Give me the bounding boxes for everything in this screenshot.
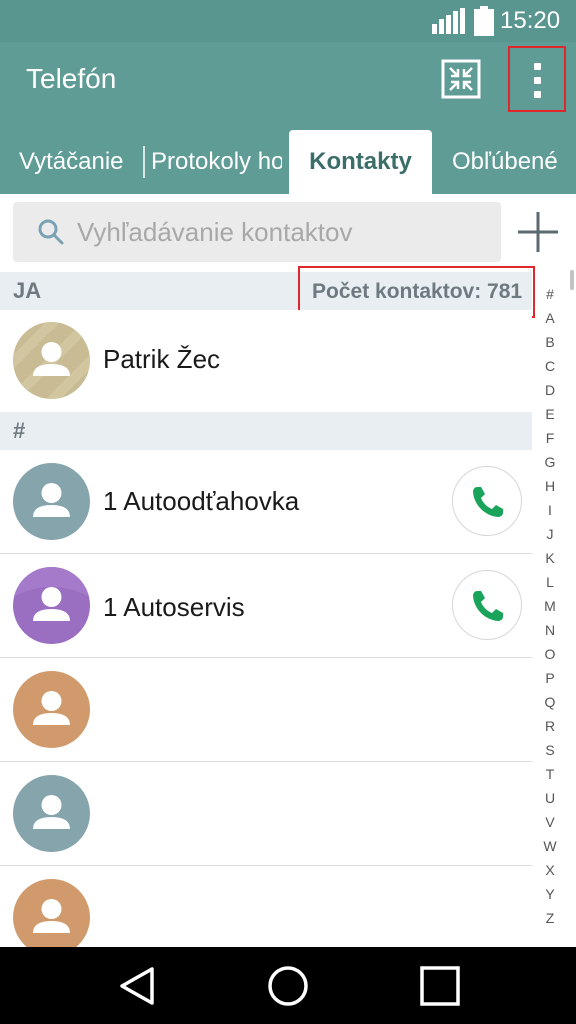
- contact-name: 1 Autoservis: [103, 592, 245, 622]
- tab-contacts[interactable]: Kontakty: [289, 130, 432, 194]
- person-icon: [13, 567, 90, 644]
- alphabet-index-item[interactable]: K: [536, 546, 564, 570]
- alphabet-index-item[interactable]: F: [536, 426, 564, 450]
- app-bar: Telefón: [0, 42, 576, 116]
- battery-icon: [474, 6, 494, 36]
- phone-icon: [473, 487, 503, 517]
- home-circle-icon[interactable]: [265, 963, 311, 1009]
- search-box[interactable]: [13, 202, 501, 262]
- avatar: [13, 671, 90, 748]
- alphabet-index-item[interactable]: W: [536, 834, 564, 858]
- person-icon: [13, 879, 90, 947]
- alphabet-index-item[interactable]: N: [536, 618, 564, 642]
- alphabet-index-item[interactable]: L: [536, 570, 564, 594]
- alphabet-index-item[interactable]: #: [536, 282, 564, 306]
- recents-square-icon[interactable]: [417, 963, 463, 1009]
- alphabet-index-item[interactable]: Z: [536, 906, 564, 930]
- back-triangle-icon[interactable]: [114, 963, 160, 1009]
- alphabet-index-item[interactable]: G: [536, 450, 564, 474]
- contact-count: Počet kontaktov: 781: [312, 280, 523, 303]
- tab-divider: [143, 146, 145, 178]
- search-row: [0, 194, 576, 270]
- alphabet-index-item[interactable]: B: [536, 330, 564, 354]
- avatar: [13, 567, 90, 644]
- alphabet-index-item[interactable]: U: [536, 786, 564, 810]
- alphabet-index-item[interactable]: D: [536, 378, 564, 402]
- alphabet-index-item[interactable]: S: [536, 738, 564, 762]
- section-letter: #: [13, 418, 26, 443]
- more-vert-icon-dot: [534, 77, 541, 84]
- contact-name: 1 Autoodťahovka: [103, 486, 300, 516]
- contact-row[interactable]: 1 Autoodťahovka: [0, 450, 532, 554]
- contact-row[interactable]: 1 Autoservis: [0, 554, 532, 658]
- contact-name: Patrik Žec: [103, 344, 221, 374]
- person-icon: [13, 775, 90, 852]
- signal-icon: [432, 8, 465, 34]
- avatar: [13, 879, 90, 947]
- contact-row[interactable]: [0, 658, 532, 762]
- alphabet-index-item[interactable]: J: [536, 522, 564, 546]
- alphabet-index-item[interactable]: H: [536, 474, 564, 498]
- alphabet-index-item[interactable]: O: [536, 642, 564, 666]
- add-contact-button[interactable]: [514, 208, 562, 256]
- more-options-button[interactable]: [508, 46, 566, 112]
- scrollbar[interactable]: [570, 270, 574, 290]
- more-vert-icon-dot: [534, 91, 541, 98]
- alphabet-index-item[interactable]: T: [536, 762, 564, 786]
- person-icon: [13, 322, 90, 399]
- search-input[interactable]: [77, 202, 487, 262]
- alphabet-index-item[interactable]: Y: [536, 882, 564, 906]
- app-title: Telefón: [26, 63, 117, 94]
- person-icon: [13, 463, 90, 540]
- alphabet-index-item[interactable]: M: [536, 594, 564, 618]
- tab-dialer[interactable]: Vytáčanie: [19, 130, 139, 194]
- section-header-me: JA Počet kontaktov: 781: [0, 266, 535, 318]
- status-bar: 15:20: [0, 0, 576, 42]
- collapse-arrows-icon[interactable]: [438, 56, 484, 102]
- avatar: [13, 322, 90, 399]
- call-button[interactable]: [452, 466, 522, 536]
- alphabet-index-item[interactable]: Q: [536, 690, 564, 714]
- contact-row[interactable]: [0, 762, 532, 866]
- alphabet-index-item[interactable]: I: [536, 498, 564, 522]
- alphabet-index-item[interactable]: P: [536, 666, 564, 690]
- alphabet-index-item[interactable]: C: [536, 354, 564, 378]
- alphabet-index-item[interactable]: E: [536, 402, 564, 426]
- status-clock: 15:20: [500, 7, 561, 34]
- navigation-bar: [0, 947, 576, 1024]
- person-icon: [13, 671, 90, 748]
- phone-icon: [473, 591, 503, 621]
- avatar: [13, 463, 90, 540]
- more-vert-icon: [534, 63, 541, 70]
- alphabet-index-item[interactable]: V: [536, 810, 564, 834]
- alphabet-index-item[interactable]: X: [536, 858, 564, 882]
- tab-bar: Vytáčanie Protokoly hovorov Kontakty Obľ…: [0, 116, 576, 194]
- search-icon: [38, 219, 64, 245]
- alphabet-index-item[interactable]: A: [536, 306, 564, 330]
- section-header-hash: #: [0, 412, 532, 450]
- contact-row[interactable]: Patrik Žec: [0, 310, 532, 410]
- contact-row[interactable]: [0, 866, 532, 947]
- call-button[interactable]: [452, 570, 522, 640]
- alphabet-index[interactable]: # A B C D E F G H I J K L M N O P Q R S T U V W X Y Z: [536, 282, 564, 930]
- tab-call-logs[interactable]: Protokoly hovorov: [151, 130, 282, 194]
- avatar: [13, 775, 90, 852]
- tab-favorites[interactable]: Obľúbené: [452, 130, 576, 194]
- section-letter: JA: [13, 278, 42, 303]
- alphabet-index-item[interactable]: R: [536, 714, 564, 738]
